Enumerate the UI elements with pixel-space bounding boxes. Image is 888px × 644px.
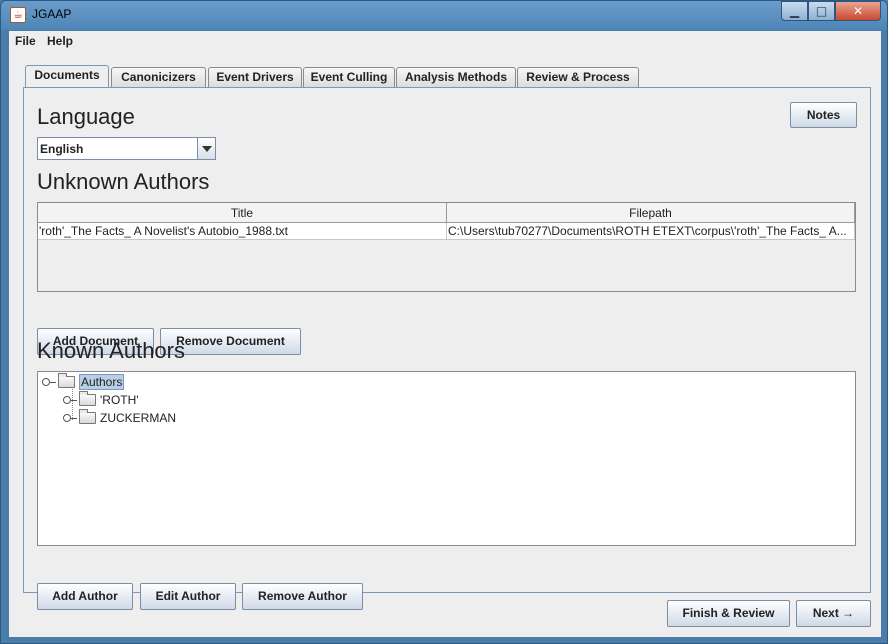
expand-toggle-icon[interactable] bbox=[63, 414, 77, 422]
known-authors-heading: Known Authors bbox=[37, 338, 185, 363]
minimize-icon: ▁ bbox=[789, 4, 800, 18]
column-header-title[interactable]: Title bbox=[38, 203, 447, 223]
expand-toggle-icon[interactable] bbox=[42, 378, 56, 386]
tree-label-zuckerman: ZUCKERMAN bbox=[100, 411, 177, 425]
language-value: English bbox=[40, 142, 84, 156]
tree-label-roth: 'ROTH' bbox=[100, 393, 139, 407]
documents-panel: Language Notes English Unknown Authors T… bbox=[23, 87, 871, 610]
tab-canonicizers[interactable]: Canonicizers bbox=[111, 67, 206, 87]
close-button[interactable]: ✕ bbox=[835, 1, 881, 21]
tab-analysis-methods[interactable]: Analysis Methods bbox=[396, 67, 516, 87]
next-button[interactable]: Next → bbox=[796, 600, 871, 627]
client-area: File Help Documents Canonicizers Event D… bbox=[9, 31, 881, 637]
menu-file[interactable]: File bbox=[15, 34, 36, 48]
title-bar[interactable]: ☕ JGAAP ▁ □ ✕ bbox=[1, 1, 887, 29]
expand-toggle-icon[interactable] bbox=[63, 396, 77, 404]
maximize-button[interactable]: □ bbox=[808, 1, 835, 21]
menu-bar: File Help bbox=[9, 31, 881, 51]
java-app-icon: ☕ bbox=[10, 7, 26, 23]
cell-filepath: C:\Users\tub70277\Documents\ROTH ETEXT\c… bbox=[447, 223, 855, 239]
known-authors-tree[interactable]: Authors 'ROTH' ZUCKERMAN bbox=[37, 371, 856, 546]
tree-node-zuckerman[interactable]: ZUCKERMAN bbox=[63, 409, 177, 426]
table-header: Title Filepath bbox=[38, 203, 855, 223]
minimize-button[interactable]: ▁ bbox=[781, 1, 808, 21]
maximize-icon: □ bbox=[815, 4, 828, 18]
menu-help[interactable]: Help bbox=[47, 34, 73, 48]
close-icon: ✕ bbox=[852, 4, 864, 18]
folder-icon bbox=[79, 391, 96, 406]
window-title: JGAAP bbox=[32, 7, 72, 21]
window-controls: ▁ □ ✕ bbox=[781, 1, 881, 21]
tab-review-process[interactable]: Review & Process bbox=[517, 67, 639, 87]
folder-icon bbox=[58, 373, 75, 388]
tab-event-culling[interactable]: Event Culling bbox=[303, 67, 395, 87]
tab-documents[interactable]: Documents bbox=[25, 65, 109, 88]
cell-title: 'roth'_The Facts_ A Novelist's Autobio_1… bbox=[38, 223, 447, 239]
unknown-authors-heading: Unknown Authors bbox=[37, 169, 210, 194]
table-row[interactable]: 'roth'_The Facts_ A Novelist's Autobio_1… bbox=[38, 223, 855, 240]
chevron-down-icon[interactable] bbox=[197, 138, 215, 159]
language-heading: Language bbox=[37, 104, 135, 129]
add-author-button[interactable]: Add Author bbox=[37, 583, 133, 610]
tree-node-roth[interactable]: 'ROTH' bbox=[63, 391, 139, 408]
column-header-filepath[interactable]: Filepath bbox=[447, 203, 855, 223]
app-window: ☕ JGAAP ▁ □ ✕ File Help Documents Canoni… bbox=[0, 0, 888, 644]
language-select[interactable]: English bbox=[37, 137, 216, 160]
tree-node-authors[interactable]: Authors bbox=[42, 373, 125, 390]
finish-review-button[interactable]: Finish & Review bbox=[667, 600, 790, 627]
folder-icon bbox=[79, 409, 96, 424]
notes-button[interactable]: Notes bbox=[790, 102, 857, 128]
tree-label-authors: Authors bbox=[79, 374, 125, 390]
unknown-authors-table[interactable]: Title Filepath 'roth'_The Facts_ A Novel… bbox=[37, 202, 856, 292]
remove-author-button[interactable]: Remove Author bbox=[242, 583, 363, 610]
tab-event-drivers[interactable]: Event Drivers bbox=[208, 67, 302, 87]
edit-author-button[interactable]: Edit Author bbox=[140, 583, 236, 610]
